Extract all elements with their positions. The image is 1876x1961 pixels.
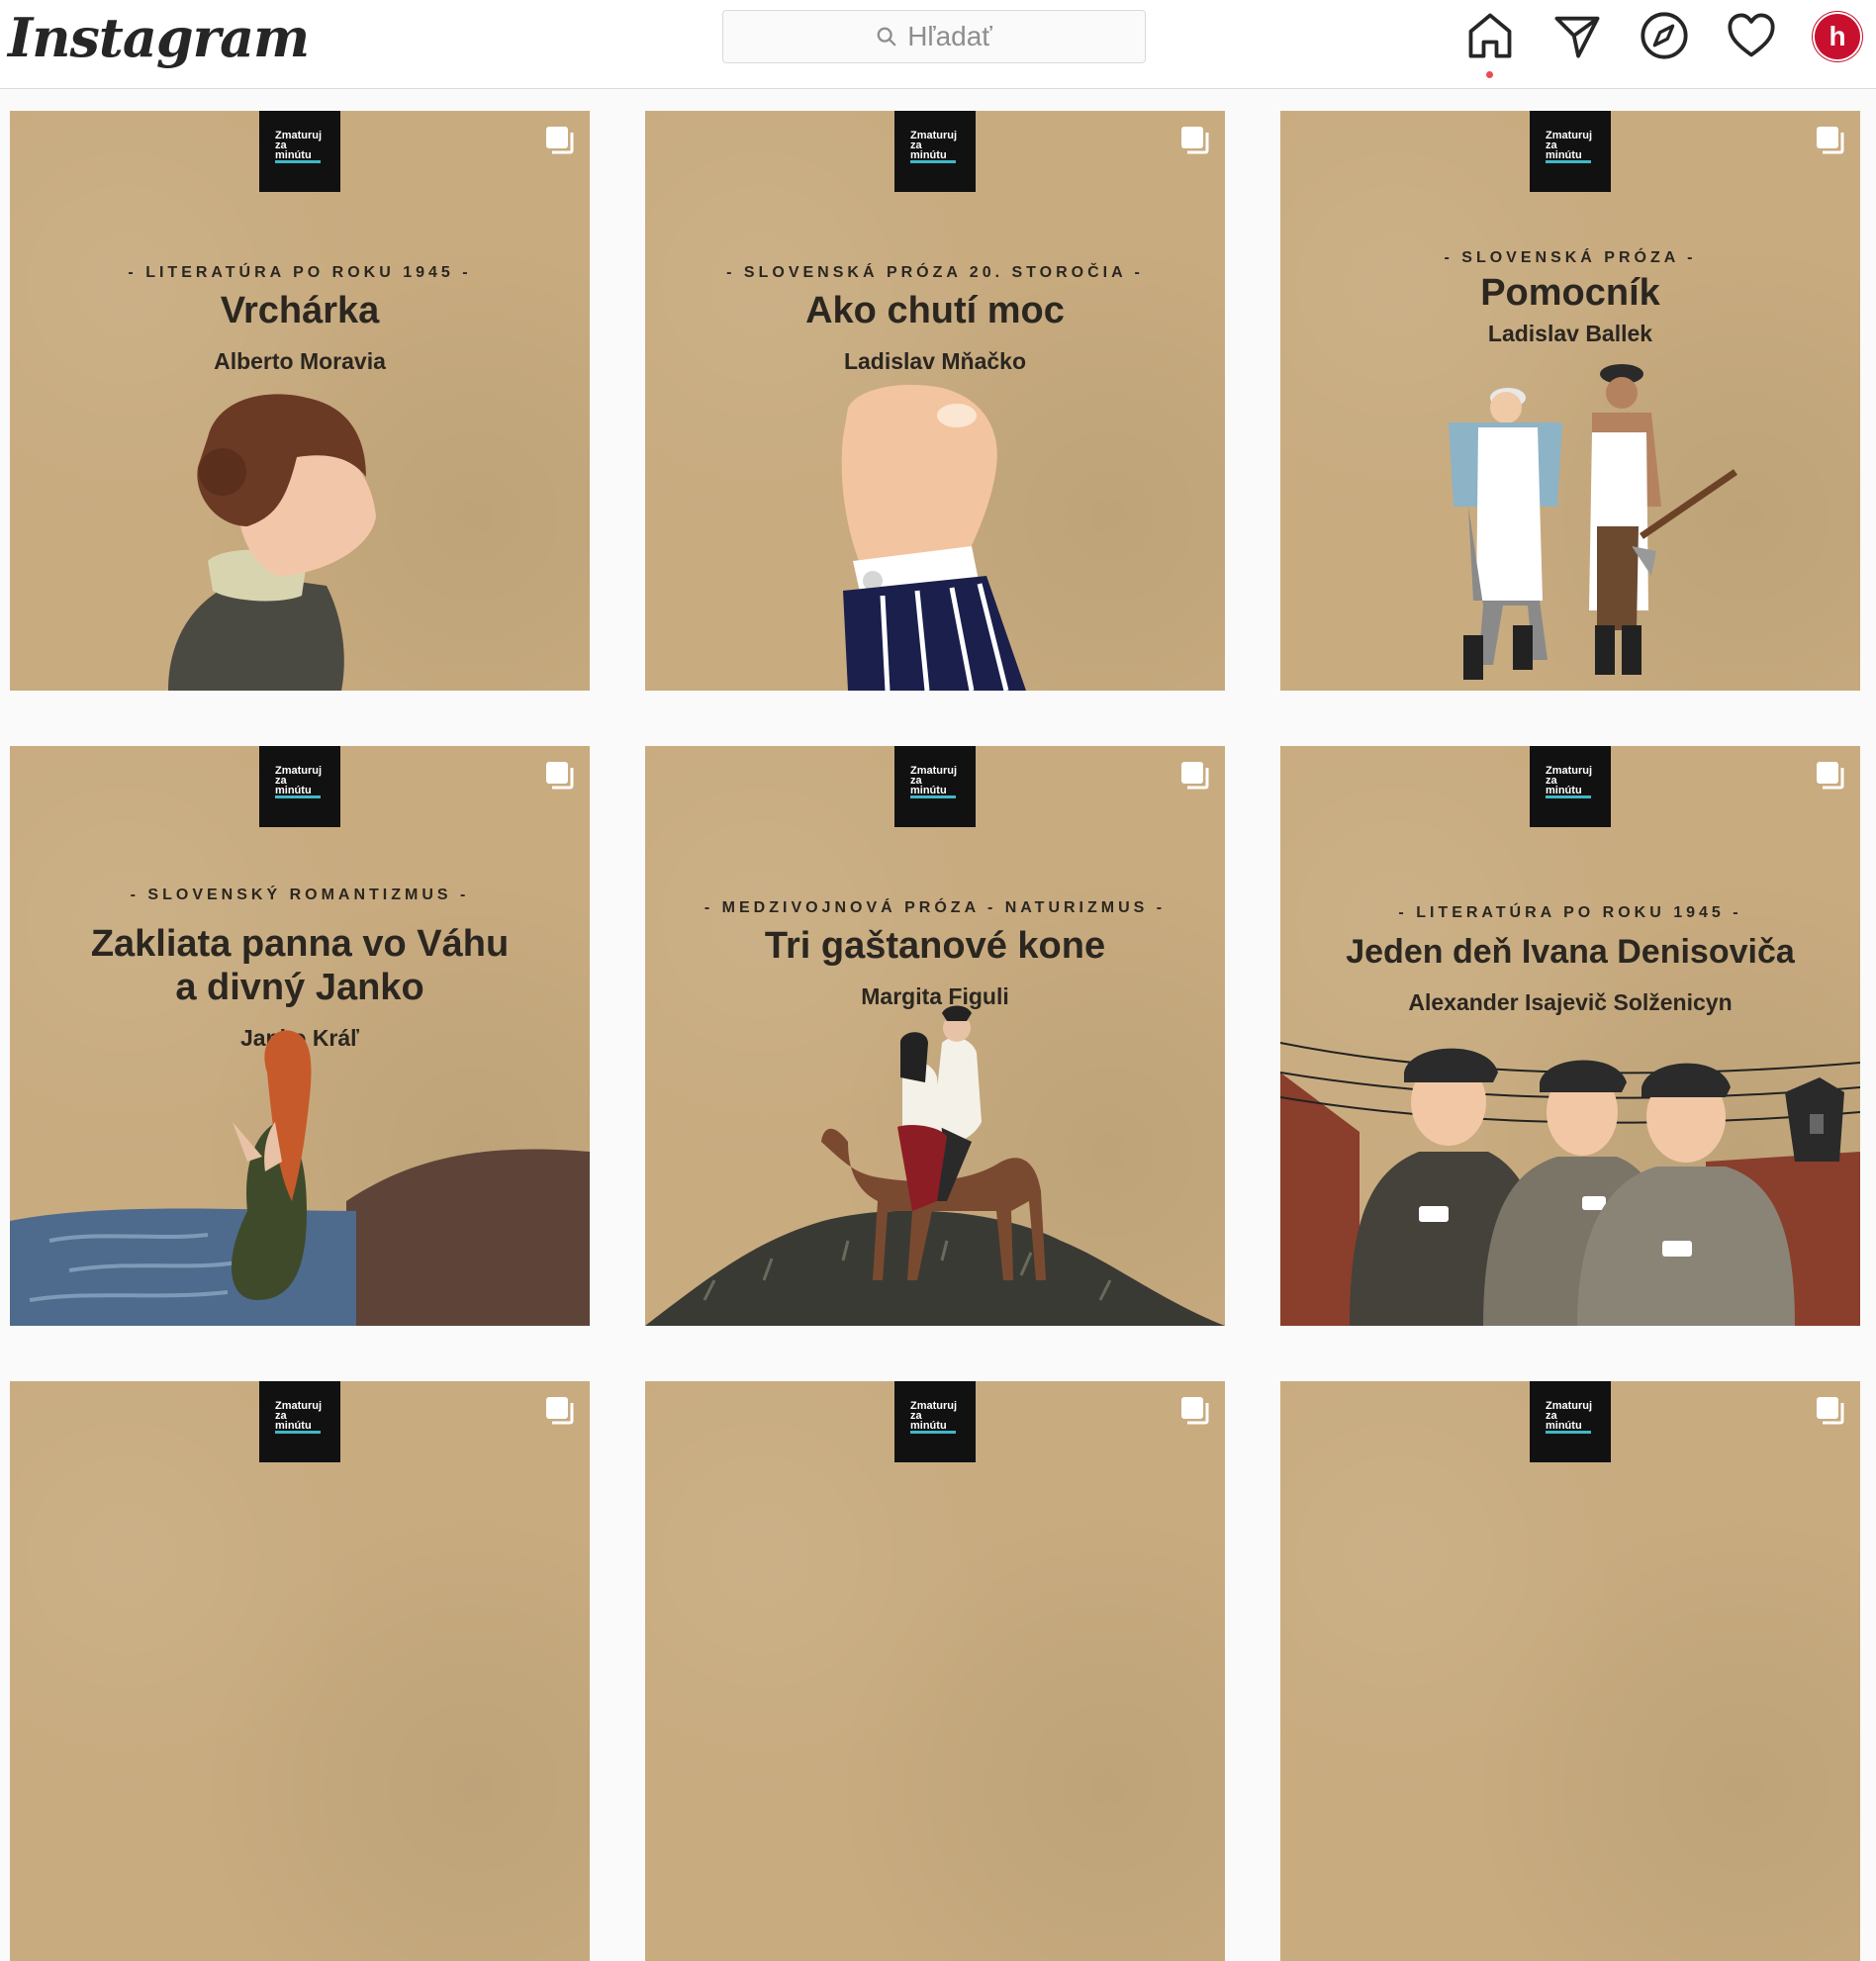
carousel-icon — [1181, 1397, 1209, 1425]
brand-logo: Zmaturuj za minútu — [259, 1381, 340, 1462]
post-tile[interactable]: Zmaturuj za minútu - LITERATÚRA PO ROKU 19… — [10, 111, 590, 691]
profile-avatar[interactable]: h — [1815, 14, 1860, 59]
prisoners-camp-illustration — [1280, 1042, 1860, 1326]
post-tile[interactable]: Zmaturuj za minútu - LITERATÚRA PO ROKU 19… — [1280, 746, 1860, 1326]
avatar-initial: h — [1829, 21, 1846, 51]
notification-dot — [1486, 71, 1493, 78]
post-tile[interactable]: Zmaturuj za minútu — [645, 1381, 1225, 1961]
search-input[interactable]: Hľadať — [722, 10, 1146, 63]
two-butchers-illustration — [1449, 364, 1737, 680]
card-texture — [1280, 1381, 1860, 1961]
post-tile[interactable]: Zmaturuj za minútu - SLOVENSKÝ ROMANTIZMUS… — [10, 746, 590, 1326]
woman-profile-illustration — [168, 394, 376, 691]
search-placeholder: Hľadať — [907, 21, 992, 51]
card-texture — [10, 1381, 590, 1961]
direct-message-icon[interactable] — [1551, 10, 1603, 61]
carousel-icon — [546, 1397, 574, 1425]
post-tile[interactable]: Zmaturuj za minútu - SLOVENSKÁ PRÓZA 20. S… — [645, 111, 1225, 691]
explore-compass-icon[interactable] — [1639, 10, 1690, 61]
post-tile[interactable]: Zmaturuj za minútu - MEDZIVOJNOVÁ PRÓZA - … — [645, 746, 1225, 1326]
couple-on-horse-illustration — [645, 1005, 1225, 1326]
card-texture — [645, 1381, 1225, 1961]
post-tile[interactable]: Zmaturuj za minútu — [1280, 1381, 1860, 1961]
post-tile[interactable]: Zmaturuj za minútu - SLOVENSKÁ PRÓZA - Pom… — [1280, 111, 1860, 691]
home-icon[interactable] — [1464, 10, 1516, 61]
activity-heart-icon[interactable] — [1726, 10, 1777, 61]
post-tile[interactable]: Zmaturuj za minútu — [10, 1381, 590, 1961]
raised-fist-illustration — [841, 384, 1026, 691]
search-icon — [877, 27, 896, 47]
instagram-logo[interactable]: Instagram — [8, 6, 310, 69]
woman-in-river-illustration — [10, 1030, 590, 1326]
carousel-icon — [1817, 1397, 1844, 1425]
brand-logo: Zmaturuj za minútu — [1530, 1381, 1611, 1462]
brand-logo: Zmaturuj za minútu — [894, 1381, 976, 1462]
top-navigation-bar: Instagram Hľadať h — [0, 0, 1876, 89]
